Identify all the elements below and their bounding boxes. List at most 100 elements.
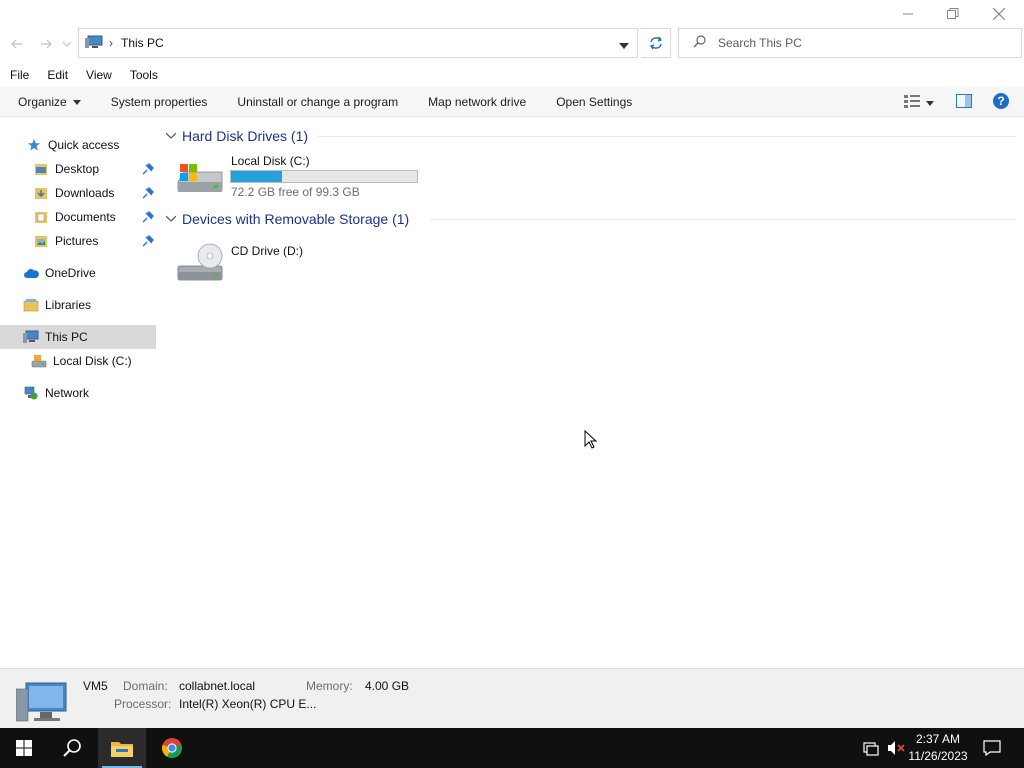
- downloads-folder-icon: [33, 185, 49, 201]
- minimize-button[interactable]: [885, 0, 931, 28]
- file-explorer-taskbar-button[interactable]: [98, 728, 146, 768]
- system-properties-button[interactable]: System properties: [96, 87, 223, 117]
- search-box[interactable]: [678, 28, 1022, 58]
- change-view-button[interactable]: [904, 94, 920, 111]
- pin-icon[interactable]: [140, 185, 156, 204]
- documents-folder-icon: [33, 209, 49, 225]
- clock[interactable]: 2:37 AM 11/26/2023: [908, 731, 968, 765]
- sidebar-item-downloads[interactable]: Downloads: [0, 181, 156, 205]
- command-bar: Organize System properties Uninstall or …: [0, 87, 1024, 117]
- sidebar-item-documents[interactable]: Documents: [0, 205, 156, 229]
- windows-hard-drive-icon: [176, 162, 224, 199]
- this-pc-icon: [85, 35, 103, 52]
- file-explorer-icon: [111, 742, 133, 757]
- sidebar-item-label: Local Disk (C:): [53, 354, 132, 368]
- group-header-label: Hard Disk Drives (1): [182, 128, 309, 144]
- taskbar: 2:37 AM 11/26/2023: [0, 728, 1024, 768]
- pin-icon[interactable]: [140, 233, 156, 252]
- hard-drive-icon: [31, 353, 47, 369]
- help-button[interactable]: ?: [992, 92, 1010, 113]
- uninstall-program-button[interactable]: Uninstall or change a program: [222, 87, 413, 117]
- recent-locations-button[interactable]: [60, 34, 74, 54]
- desktop-folder-icon: [33, 161, 49, 177]
- menu-view[interactable]: View: [77, 64, 121, 86]
- sidebar-item-label: Pictures: [55, 234, 99, 248]
- sidebar-item-label: Documents: [55, 210, 116, 224]
- navigation-pane: Quick access Desktop Downloads Documents…: [0, 118, 156, 668]
- memory-value: 4.00 GB: [365, 679, 410, 693]
- svg-text:?: ?: [997, 94, 1004, 108]
- title-bar: [0, 0, 1024, 28]
- chrome-taskbar-button[interactable]: [148, 728, 196, 768]
- view-dropdown-button[interactable]: [926, 95, 934, 109]
- preview-pane-icon: [956, 93, 972, 108]
- pin-icon[interactable]: [140, 209, 156, 228]
- collapse-chevron-icon: [165, 131, 178, 142]
- drive-local-disk-c[interactable]: Local Disk (C:) 72.2 GB free of 99.3 GB: [176, 154, 421, 202]
- sidebar-item-label: Libraries: [45, 298, 92, 312]
- open-settings-button[interactable]: Open Settings: [541, 87, 647, 117]
- search-input[interactable]: [718, 36, 998, 50]
- start-button[interactable]: [0, 728, 48, 768]
- caret-down-icon: [72, 99, 81, 105]
- sidebar-item-onedrive[interactable]: OneDrive: [0, 261, 156, 285]
- cloud-icon: [23, 265, 39, 281]
- pictures-folder-icon: [33, 233, 49, 249]
- forward-button[interactable]: [35, 34, 57, 54]
- address-bar[interactable]: › This PC: [78, 28, 638, 58]
- refresh-button[interactable]: [641, 28, 671, 58]
- address-row: › This PC: [0, 28, 1024, 60]
- group-header-removable-storage[interactable]: Devices with Removable Storage (1): [165, 209, 410, 229]
- search-taskbar-button[interactable]: [48, 728, 96, 768]
- menu-edit[interactable]: Edit: [38, 64, 77, 86]
- domain-value: collabnet.local: [179, 679, 256, 693]
- sidebar-item-label: This PC: [45, 330, 88, 344]
- processor-value: Intel(R) Xeon(R) CPU E...: [179, 697, 317, 711]
- cd-drive-icon: [176, 242, 224, 289]
- notification-icon: [983, 740, 1001, 757]
- sidebar-item-quick-access[interactable]: Quick access: [0, 133, 156, 157]
- address-dropdown-icon[interactable]: [619, 38, 629, 52]
- notifications-button[interactable]: [983, 740, 1001, 759]
- computer-icon: [15, 681, 68, 726]
- restore-button[interactable]: [930, 0, 976, 28]
- search-icon: [63, 739, 81, 757]
- preview-pane-button[interactable]: [956, 93, 972, 111]
- sidebar-item-libraries[interactable]: Libraries: [0, 293, 156, 317]
- help-icon: ?: [993, 92, 1009, 109]
- sidebar-item-local-disk[interactable]: Local Disk (C:): [0, 349, 156, 373]
- sidebar-item-label: Quick access: [48, 138, 120, 152]
- address-path[interactable]: This PC: [121, 36, 164, 50]
- close-button[interactable]: [976, 0, 1022, 28]
- chrome-icon: [162, 738, 182, 759]
- volume-muted-icon[interactable]: [887, 740, 905, 759]
- processor-label: Processor:: [114, 697, 172, 711]
- mouse-cursor-icon: [584, 429, 598, 453]
- clock-date: 11/26/2023: [908, 749, 968, 763]
- back-button[interactable]: [6, 34, 28, 54]
- action-center-notification-icon[interactable]: [863, 740, 879, 759]
- search-icon: [693, 35, 706, 51]
- this-pc-icon: [23, 329, 39, 345]
- pin-icon[interactable]: [140, 161, 156, 180]
- libraries-icon: [23, 297, 39, 313]
- map-network-drive-button[interactable]: Map network drive: [413, 87, 541, 117]
- organize-button[interactable]: Organize: [0, 87, 96, 117]
- domain-label: Domain:: [123, 679, 168, 693]
- drive-capacity-fill: [231, 171, 282, 182]
- sidebar-item-this-pc[interactable]: This PC: [0, 325, 156, 349]
- sidebar-item-label: OneDrive: [45, 266, 96, 280]
- drive-cd-d[interactable]: CD Drive (D:): [176, 242, 336, 286]
- sidebar-item-desktop[interactable]: Desktop: [0, 157, 156, 181]
- sidebar-item-network[interactable]: Network: [0, 381, 156, 405]
- drive-name: Local Disk (C:): [231, 154, 310, 168]
- drive-capacity-bar: [230, 170, 418, 183]
- computer-name: VM5: [83, 679, 108, 693]
- group-header-label: Devices with Removable Storage (1): [182, 211, 410, 227]
- group-header-hard-disk-drives[interactable]: Hard Disk Drives (1): [165, 126, 309, 146]
- group-divider: [430, 219, 1016, 220]
- sidebar-item-pictures[interactable]: Pictures: [0, 229, 156, 253]
- menu-tools[interactable]: Tools: [121, 64, 167, 86]
- menu-file[interactable]: File: [0, 64, 38, 86]
- clock-time: 2:37 AM: [915, 732, 961, 746]
